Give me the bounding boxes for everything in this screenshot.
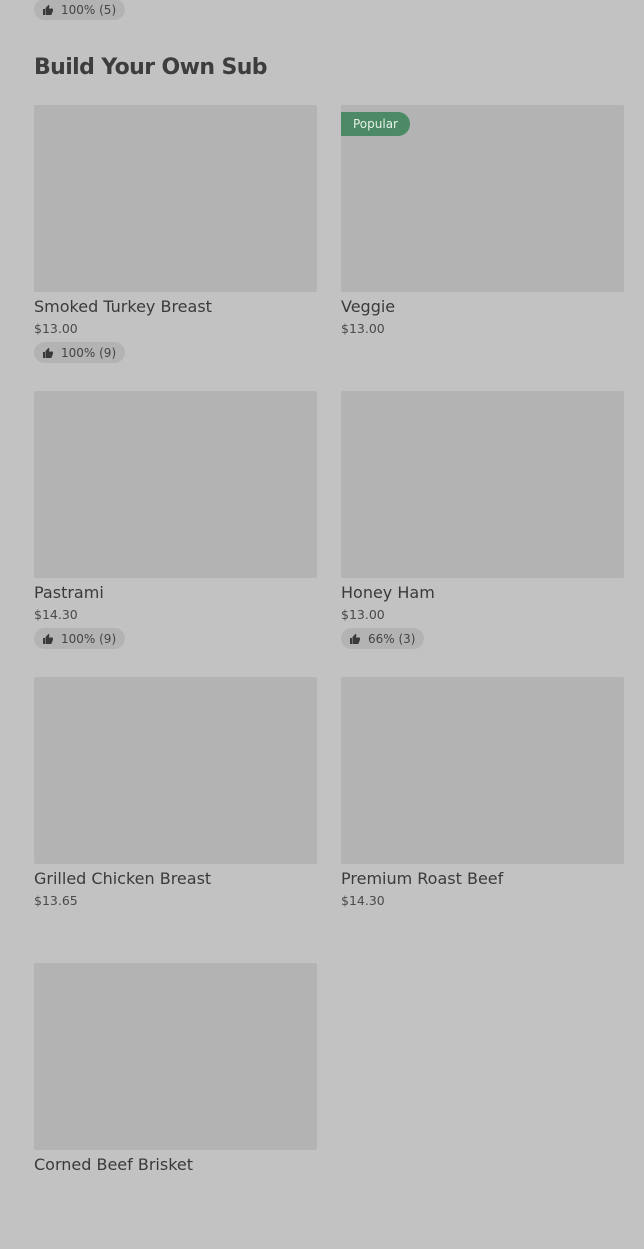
product-card-smoked-turkey-breast[interactable]: Smoked Turkey Breast $13.00 100% (9) [34,105,317,391]
rating-pill: 100% (9) [34,628,126,649]
product-card-grilled-chicken-breast[interactable]: Grilled Chicken Breast $13.65 [34,677,317,963]
product-image[interactable]: Popular [341,105,624,292]
product-price: $13.00 [341,321,385,336]
product-image[interactable] [34,391,317,578]
rating-text: 100% (9) [61,631,117,646]
product-name[interactable]: Premium Roast Beef [341,869,624,888]
rating-pill: 66% (3) [341,628,425,649]
rating-text: 66% (3) [368,631,416,646]
product-card-honey-ham[interactable]: Honey Ham $13.00 66% (3) [341,391,624,677]
product-image[interactable] [34,677,317,864]
product-name[interactable]: Pastrami [34,583,317,602]
product-card-veggie[interactable]: Popular Veggie $13.00 [341,105,624,391]
thumbs-up-icon [43,347,53,358]
product-grid: Smoked Turkey Breast $13.00 100% (9) Pop… [34,105,624,1249]
rating-text: 100% (5) [61,2,117,17]
product-name[interactable]: Veggie [341,297,624,316]
product-name[interactable]: Honey Ham [341,583,624,602]
rating-text: 100% (9) [61,345,117,360]
product-name[interactable]: Smoked Turkey Breast [34,297,317,316]
product-price: $13.00 [34,321,78,336]
product-price: $13.65 [34,893,78,908]
product-name[interactable]: Corned Beef Brisket [34,1155,317,1174]
thumbs-up-icon [350,633,360,644]
product-price: $13.00 [341,607,385,622]
previous-item-rating: 100% (5) [34,0,126,20]
popular-badge: Popular [341,112,410,136]
product-card-corned-beef-brisket[interactable]: Corned Beef Brisket [34,963,317,1249]
product-card-premium-roast-beef[interactable]: Premium Roast Beef $14.30 [341,677,624,963]
product-image[interactable] [341,677,624,864]
thumbs-up-icon [43,633,53,644]
rating-pill: 100% (5) [34,0,126,20]
product-image[interactable] [34,105,317,292]
product-price: $14.30 [34,607,78,622]
product-name[interactable]: Grilled Chicken Breast [34,869,317,888]
rating-pill: 100% (9) [34,342,126,363]
product-image[interactable] [34,963,317,1150]
product-card-pastrami[interactable]: Pastrami $14.30 100% (9) [34,391,317,677]
product-price: $14.30 [341,893,385,908]
section-title: Build Your Own Sub [34,55,268,80]
product-image[interactable] [341,391,624,578]
thumbs-up-icon [43,4,53,15]
